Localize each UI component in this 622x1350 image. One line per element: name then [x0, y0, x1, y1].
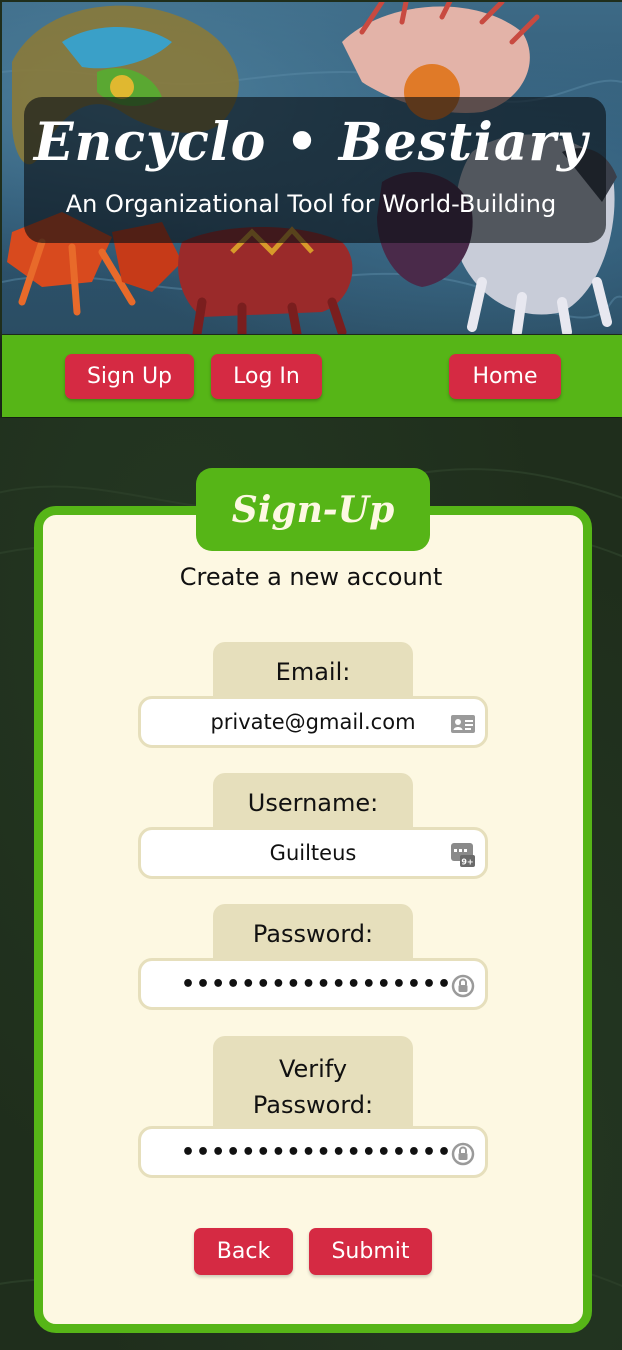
- verify-password-label: Verify Password:: [213, 1036, 413, 1128]
- email-field[interactable]: private@gmail.com: [138, 696, 488, 748]
- site-title: Encyclo • Bestiary: [33, 112, 589, 173]
- nav-signup-button[interactable]: Sign Up: [65, 354, 194, 399]
- contact-card-icon: [451, 715, 475, 733]
- nav-bar: Sign Up Log In Home: [2, 335, 622, 417]
- submit-button[interactable]: Submit: [309, 1228, 432, 1275]
- email-label: Email:: [213, 642, 413, 698]
- form-subtitle: Create a new account: [179, 563, 443, 591]
- password-value: ••••••••••••••••••: [181, 971, 453, 997]
- svg-text:9+: 9+: [461, 858, 473, 867]
- nav-login-button[interactable]: Log In: [211, 354, 322, 399]
- password-field[interactable]: ••••••••••••••••••: [138, 958, 488, 1010]
- verify-password-field[interactable]: ••••••••••••••••••: [138, 1126, 488, 1178]
- nav-home-button[interactable]: Home: [449, 354, 561, 399]
- username-value: Guilteus: [269, 841, 357, 865]
- back-button[interactable]: Back: [194, 1228, 293, 1275]
- signup-page: Encyclo • Bestiary An Organizational Too…: [0, 0, 622, 1350]
- email-value: private@gmail.com: [210, 710, 416, 734]
- key-lock-icon[interactable]: [450, 973, 476, 999]
- password-label: Password:: [213, 904, 413, 960]
- site-subtitle: An Organizational Tool for World-Buildin…: [65, 190, 557, 218]
- username-field[interactable]: Guilteus 9+: [138, 827, 488, 879]
- verify-password-value: ••••••••••••••••••: [181, 1139, 453, 1165]
- username-label: Username:: [213, 773, 413, 829]
- signup-tab-title: Sign-Up: [196, 468, 430, 551]
- key-lock-icon[interactable]: [450, 1141, 476, 1167]
- counter-badge-icon: 9+: [451, 843, 475, 867]
